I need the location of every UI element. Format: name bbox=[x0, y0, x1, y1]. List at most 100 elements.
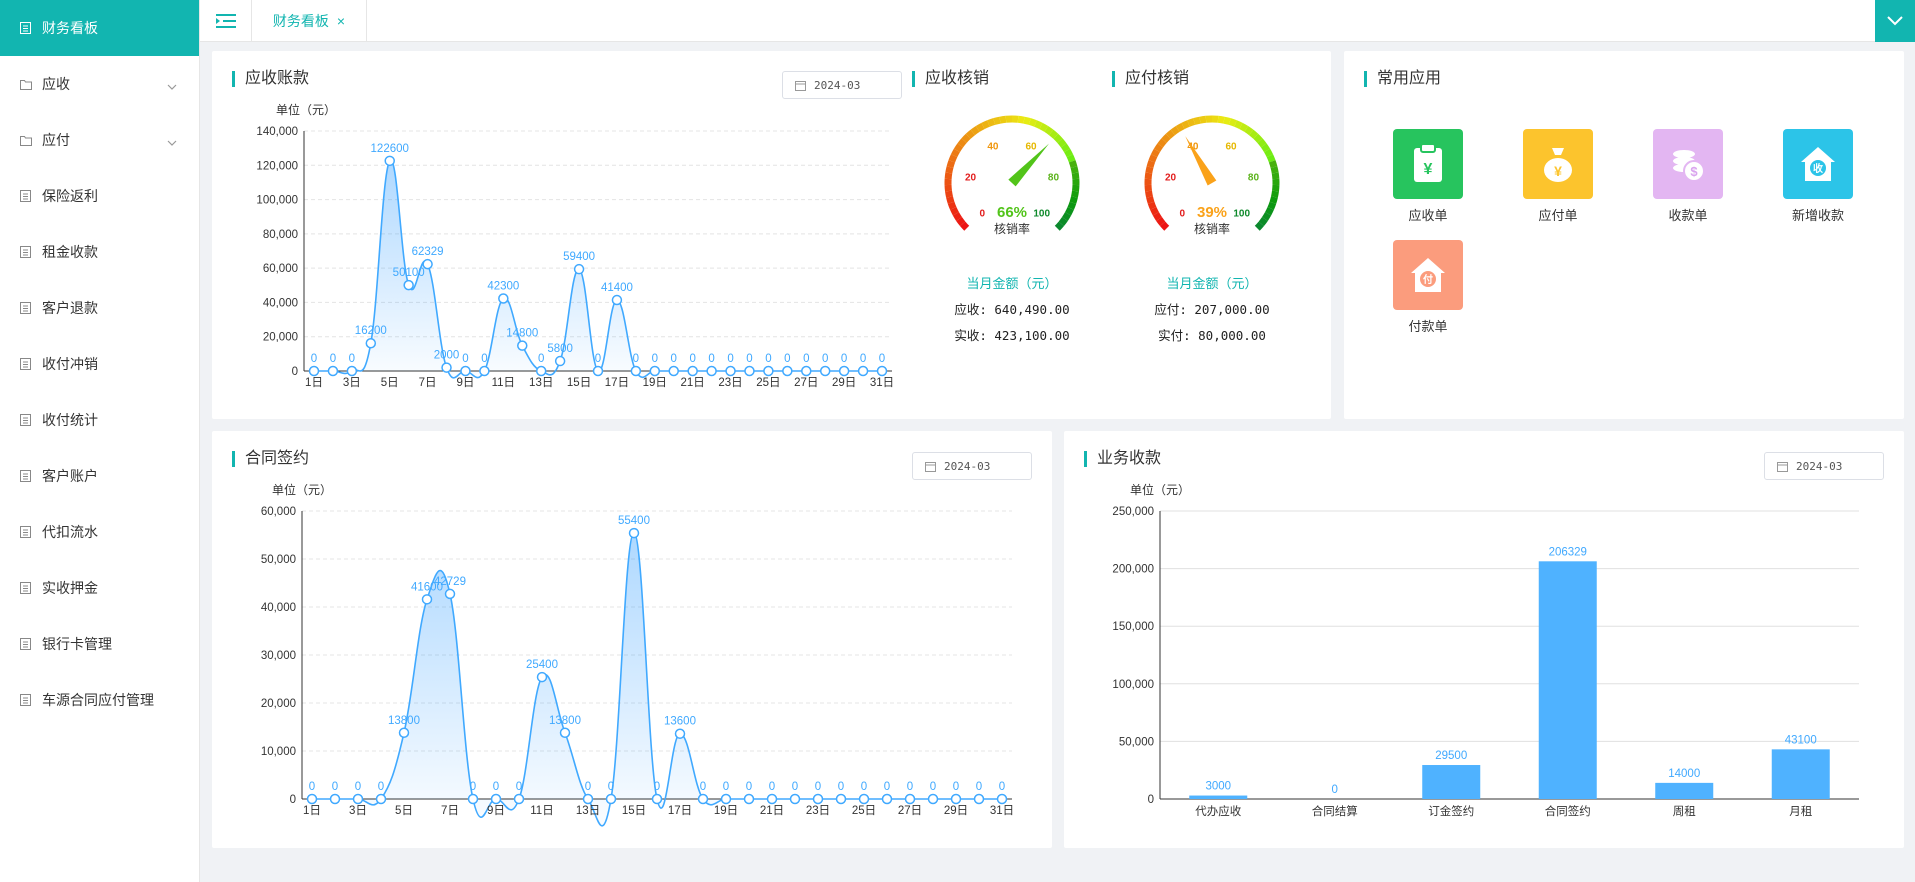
gauge-tick bbox=[995, 126, 997, 130]
app-label: 付款单 bbox=[1408, 319, 1448, 334]
gauge-arc-segment bbox=[970, 126, 980, 136]
x-tick-label: 7日 bbox=[441, 805, 459, 817]
sidebar-item-9[interactable]: 代扣流水 bbox=[0, 504, 199, 560]
gauge-tick bbox=[1160, 152, 1165, 155]
common-apps-panel: 常用应用 ¥ 应收单 ¥ 应付单 $ 收款单 收 新增收款 付 付款单 bbox=[1344, 51, 1904, 419]
app-add-collection[interactable]: 收 新增收款 bbox=[1763, 129, 1873, 224]
gauge-tick bbox=[1154, 167, 1158, 170]
x-tick-label: 1日 bbox=[303, 805, 321, 817]
data-point bbox=[706, 365, 717, 377]
sidebar-item-6[interactable]: 收付冲销 bbox=[0, 336, 199, 392]
y-tick-label: 80,000 bbox=[263, 229, 298, 241]
gauge-tick bbox=[979, 132, 983, 136]
sidebar-item-label: 客户退款 bbox=[42, 300, 98, 316]
x-tick-label: 25日 bbox=[852, 805, 876, 817]
sidebar-item-label: 车源合同应付管理 bbox=[42, 692, 154, 708]
x-tick-label: 31日 bbox=[990, 805, 1014, 817]
close-icon[interactable]: × bbox=[337, 13, 345, 29]
data-point bbox=[605, 793, 617, 805]
data-label: 13800 bbox=[388, 715, 420, 727]
top-bar: 财务看板 × bbox=[200, 0, 1915, 42]
x-tick-label: 5日 bbox=[395, 805, 413, 817]
gauge-value-label: 39% bbox=[1197, 204, 1227, 221]
data-point bbox=[308, 365, 320, 377]
sidebar-item-11[interactable]: 银行卡管理 bbox=[0, 616, 199, 672]
data-point bbox=[904, 793, 916, 805]
sidebar-item-5[interactable]: 客户退款 bbox=[0, 280, 199, 336]
gauge-tick bbox=[1227, 126, 1229, 130]
gauge-tick bbox=[1200, 124, 1202, 129]
data-point bbox=[766, 793, 778, 805]
gauge-arc-segment bbox=[993, 116, 1001, 125]
data-point bbox=[857, 365, 869, 377]
data-label: 0 bbox=[838, 781, 844, 793]
chevron-down-icon bbox=[1887, 16, 1903, 26]
data-point bbox=[490, 793, 502, 805]
y-tick-label: 140,000 bbox=[256, 126, 298, 138]
gauge-tick bbox=[1062, 157, 1066, 160]
sidebar-item-7[interactable]: 收付统计 bbox=[0, 392, 199, 448]
sidebar-item-4[interactable]: 租金收款 bbox=[0, 224, 199, 280]
data-point bbox=[352, 793, 364, 805]
data-point bbox=[559, 727, 571, 739]
folder-icon bbox=[20, 135, 42, 146]
gauge-arc-segment bbox=[1181, 120, 1190, 130]
gauge-arc-segment bbox=[1062, 212, 1072, 221]
chevron-down-icon bbox=[167, 77, 177, 93]
sidebar-item-0[interactable]: 财务看板 bbox=[0, 0, 199, 56]
app-receivable-bill[interactable]: ¥ 应收单 bbox=[1373, 129, 1483, 224]
gauge-arc-segment bbox=[1153, 143, 1164, 153]
gauge-tick bbox=[1253, 147, 1261, 153]
data-point bbox=[398, 727, 410, 739]
gauge-tick bbox=[955, 198, 963, 202]
tab-finance-dashboard[interactable]: 财务看板 × bbox=[252, 0, 367, 42]
app-collection-bill[interactable]: $ 收款单 bbox=[1633, 129, 1743, 224]
gauge-arc-segment bbox=[1175, 122, 1185, 132]
gauge-tick bbox=[1066, 167, 1070, 170]
y-tick-label: 40,000 bbox=[261, 602, 296, 614]
more-tabs-button[interactable] bbox=[1875, 0, 1915, 42]
gauge-tick bbox=[1064, 162, 1068, 165]
sidebar-item-2[interactable]: 应付 bbox=[0, 112, 199, 168]
data-point bbox=[950, 793, 962, 805]
gauge-arc-segment bbox=[1193, 116, 1201, 125]
receivables-panel: 应收账款 2024-03 单位（元） 0 20,000 40,000 60,000 80… bbox=[212, 51, 1331, 419]
contracts-chart: 0 10,000 20,000 30,000 40,000 50,000 60,000 0 0 0… bbox=[261, 506, 1014, 827]
app-payment-bill[interactable]: 付 付款单 bbox=[1373, 240, 1483, 335]
business-panel: 业务收款 2024-03 单位（元） 0 50,000 100,000 150,000… bbox=[1064, 431, 1904, 848]
app-payable-bill[interactable]: ¥ 应付单 bbox=[1503, 129, 1613, 224]
data-point bbox=[444, 588, 456, 600]
gauge-tick bbox=[1053, 147, 1061, 153]
doc-icon bbox=[20, 414, 42, 426]
x-tick-label: 19日 bbox=[643, 377, 667, 389]
gauge-arc-segment bbox=[1144, 172, 1153, 180]
gauge-tick bbox=[1160, 209, 1164, 212]
app-label: 应收单 bbox=[1408, 208, 1448, 223]
app-tile: ¥ bbox=[1523, 129, 1593, 199]
gauge-arc-segment bbox=[1260, 143, 1271, 153]
data-point bbox=[592, 365, 604, 377]
data-label: 0 bbox=[976, 781, 982, 793]
sidebar-item-1[interactable]: 应收 bbox=[0, 56, 199, 112]
gauge-arc-segment bbox=[1253, 133, 1263, 144]
sidebar-item-12[interactable]: 车源合同应付管理 bbox=[0, 672, 199, 728]
sidebar-item-8[interactable]: 客户账户 bbox=[0, 448, 199, 504]
data-point bbox=[460, 365, 471, 377]
sidebar-item-10[interactable]: 实收押金 bbox=[0, 560, 199, 616]
gauge-arc-segment bbox=[1157, 138, 1167, 148]
gauge-tick bbox=[1154, 194, 1158, 197]
y-tick-label: 40,000 bbox=[263, 297, 298, 309]
sidebar-item-label: 收付冲销 bbox=[42, 356, 98, 372]
data-point bbox=[582, 793, 594, 805]
gauge-tick bbox=[1041, 132, 1045, 136]
data-label: 0 bbox=[727, 353, 733, 365]
gauge-tick bbox=[1258, 214, 1262, 217]
gauge-arc-segment bbox=[948, 154, 958, 163]
ar-writeoff-gauge: 0 20 40 60 80 100 66%核销率 bbox=[944, 115, 1080, 236]
menu-toggle-button[interactable] bbox=[200, 0, 252, 42]
gauge-arc-segment bbox=[946, 196, 955, 204]
coins-icon: $ bbox=[1673, 150, 1705, 182]
x-tick-label: 1日 bbox=[305, 377, 323, 389]
sidebar-item-3[interactable]: 保险返利 bbox=[0, 168, 199, 224]
data-label: 0 bbox=[708, 353, 714, 365]
